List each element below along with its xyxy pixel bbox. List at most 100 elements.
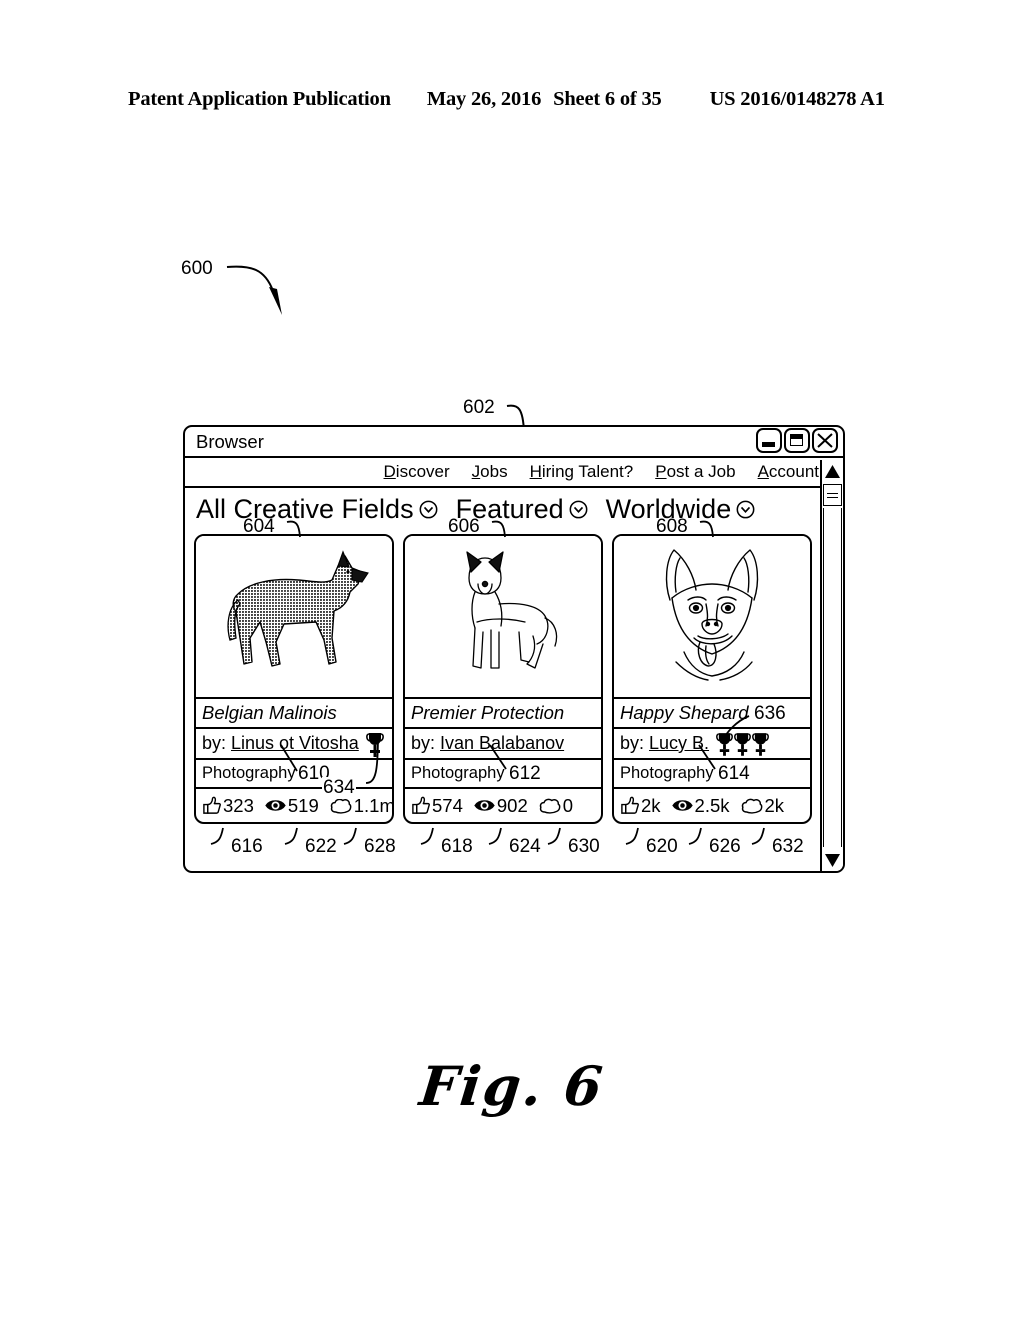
header-sheet: Sheet 6 of 35 xyxy=(553,88,662,110)
card-category: Photography xyxy=(405,760,601,789)
author-link[interactable]: Linus ot Vitosha xyxy=(231,733,359,754)
scroll-grip-line xyxy=(827,496,838,498)
browser-navbar: Discover Jobs Hiring Talent? Post a Job … xyxy=(185,458,843,488)
stat-value: 2.5k xyxy=(694,794,730,816)
eye-icon xyxy=(671,800,693,811)
chevron-down-circle-icon xyxy=(569,500,588,518)
page-header: Patent Application Publication May 26, 2… xyxy=(128,88,896,111)
stat-likes[interactable]: 2k xyxy=(620,795,661,817)
card-stats-row: 2k 2.5k 2k xyxy=(614,789,810,822)
chevron-down-circle-icon xyxy=(419,500,438,518)
card-title: Happy Shepard xyxy=(614,699,810,729)
card-belgian-malinois[interactable]: Belgian Malinois by: Linus ot Vitosha Ph… xyxy=(194,534,394,824)
header-date: May 26, 2016 xyxy=(426,88,542,110)
filter-label: Featured xyxy=(455,493,564,524)
close-button[interactable] xyxy=(812,428,838,453)
trophy-group xyxy=(365,731,384,757)
stat-value: 2k xyxy=(641,794,661,816)
minimize-button[interactable] xyxy=(756,428,782,453)
card-happy-shepard[interactable]: Happy Shepard by: Lucy B. Photography 2k… xyxy=(612,534,812,824)
nav-accel: H xyxy=(529,462,542,481)
filter-all-creative-fields[interactable]: All Creative Fields xyxy=(196,494,438,525)
browser-window: Browser Discover Jobs Hiring Talent? Pos… xyxy=(183,425,845,873)
chevron-down-circle-icon xyxy=(736,500,755,518)
by-label: by: xyxy=(411,733,436,753)
card-author-row: by: Ivan Balabanov xyxy=(405,729,601,760)
filter-label: All Creative Fields xyxy=(196,493,414,524)
header-publication: Patent Application Publication xyxy=(128,88,391,110)
stat-value: 902 xyxy=(496,794,528,816)
card-image-dog-face-smiling[interactable] xyxy=(614,536,810,699)
browser-titlebar: Browser xyxy=(185,427,843,458)
trophy-icon xyxy=(716,733,733,756)
eye-icon xyxy=(265,800,286,811)
scroll-track[interactable] xyxy=(823,508,842,847)
filter-featured[interactable]: Featured xyxy=(456,494,588,525)
browser-title: Browser xyxy=(196,431,264,452)
nav-label: obs xyxy=(480,462,508,481)
figure-callout-600: 600 xyxy=(181,258,213,279)
header-patent-number: US 2016/0148278 A1 xyxy=(709,88,885,110)
scroll-thumb[interactable] xyxy=(823,484,842,506)
by-label: by: xyxy=(202,733,227,753)
dog-standing-side-halftone-illustration xyxy=(226,549,369,667)
triangle-up-icon xyxy=(825,464,840,478)
filter-worldwide[interactable]: Worldwide xyxy=(606,494,756,525)
scroll-down-arrow[interactable] xyxy=(822,849,843,871)
nav-label: ccount xyxy=(768,462,819,481)
nav-item-account[interactable]: Account xyxy=(758,462,819,482)
stat-comments[interactable]: 2k xyxy=(741,794,785,817)
stat-value: 323 xyxy=(223,794,254,816)
trophy-group xyxy=(716,731,769,756)
stat-views[interactable]: 902 xyxy=(474,795,528,817)
stat-likes[interactable]: 574 xyxy=(411,795,463,817)
author-link[interactable]: Ivan Balabanov xyxy=(440,733,564,754)
nav-label: iscover xyxy=(395,462,450,481)
scroll-up-arrow[interactable] xyxy=(822,460,843,482)
window-callout-602: 602 xyxy=(463,397,495,418)
eye-icon xyxy=(474,800,495,811)
nav-item-discover[interactable]: Discover xyxy=(384,462,450,482)
nav-label: iring Talent? xyxy=(541,462,634,481)
stat-comments[interactable]: 0 xyxy=(539,795,573,817)
nav-item-jobs[interactable]: Jobs xyxy=(472,462,508,482)
cloud-icon xyxy=(539,798,561,814)
dog-face-smiling-sketch-illustration xyxy=(665,548,759,681)
stat-comments[interactable]: 1.1m xyxy=(330,794,394,817)
maximize-button[interactable] xyxy=(784,428,810,453)
card-stats-row: 574 902 0 xyxy=(405,789,601,822)
nav-accel: J xyxy=(471,462,481,481)
scroll-grip-line xyxy=(827,492,838,494)
thumbs-up-icon xyxy=(412,796,430,814)
stat-views[interactable]: 2.5k xyxy=(671,794,730,817)
nav-item-hiring-talent[interactable]: Hiring Talent? xyxy=(530,462,634,482)
triangle-down-icon xyxy=(825,853,840,867)
card-image-dog-standing-front[interactable] xyxy=(405,536,601,699)
stat-value: 574 xyxy=(432,794,463,816)
stat-views[interactable]: 519 xyxy=(265,795,319,817)
nav-label: ost a Job xyxy=(666,462,736,481)
cards-area: Belgian Malinois by: Linus ot Vitosha Ph… xyxy=(194,534,814,824)
card-image-dog-standing-side[interactable] xyxy=(196,536,392,699)
card-title: Premier Protection xyxy=(405,699,601,729)
card-category: Photography xyxy=(196,760,392,789)
nav-accel: P xyxy=(655,462,667,481)
stat-value: 2k xyxy=(764,794,785,816)
cloud-icon xyxy=(741,798,762,814)
card-category: Photography xyxy=(614,760,810,789)
maximize-icon xyxy=(790,434,803,446)
card-premier-protection[interactable]: Premier Protection by: Ivan Balabanov Ph… xyxy=(403,534,603,824)
vertical-scrollbar[interactable] xyxy=(820,460,843,871)
card-title: Belgian Malinois xyxy=(196,699,392,729)
trophy-icon xyxy=(752,733,769,756)
minimize-icon xyxy=(762,442,775,447)
nav-accel: A xyxy=(757,462,769,481)
author-link[interactable]: Lucy B. xyxy=(649,733,709,754)
nav-item-post-a-job[interactable]: Post a Job xyxy=(655,462,735,482)
window-controls xyxy=(756,428,838,453)
stat-likes[interactable]: 323 xyxy=(202,795,254,817)
leader-line-600 xyxy=(226,265,282,315)
stat-value: 1.1m xyxy=(353,794,394,816)
trophy-icon xyxy=(734,733,751,756)
nav-accel: D xyxy=(383,462,396,481)
